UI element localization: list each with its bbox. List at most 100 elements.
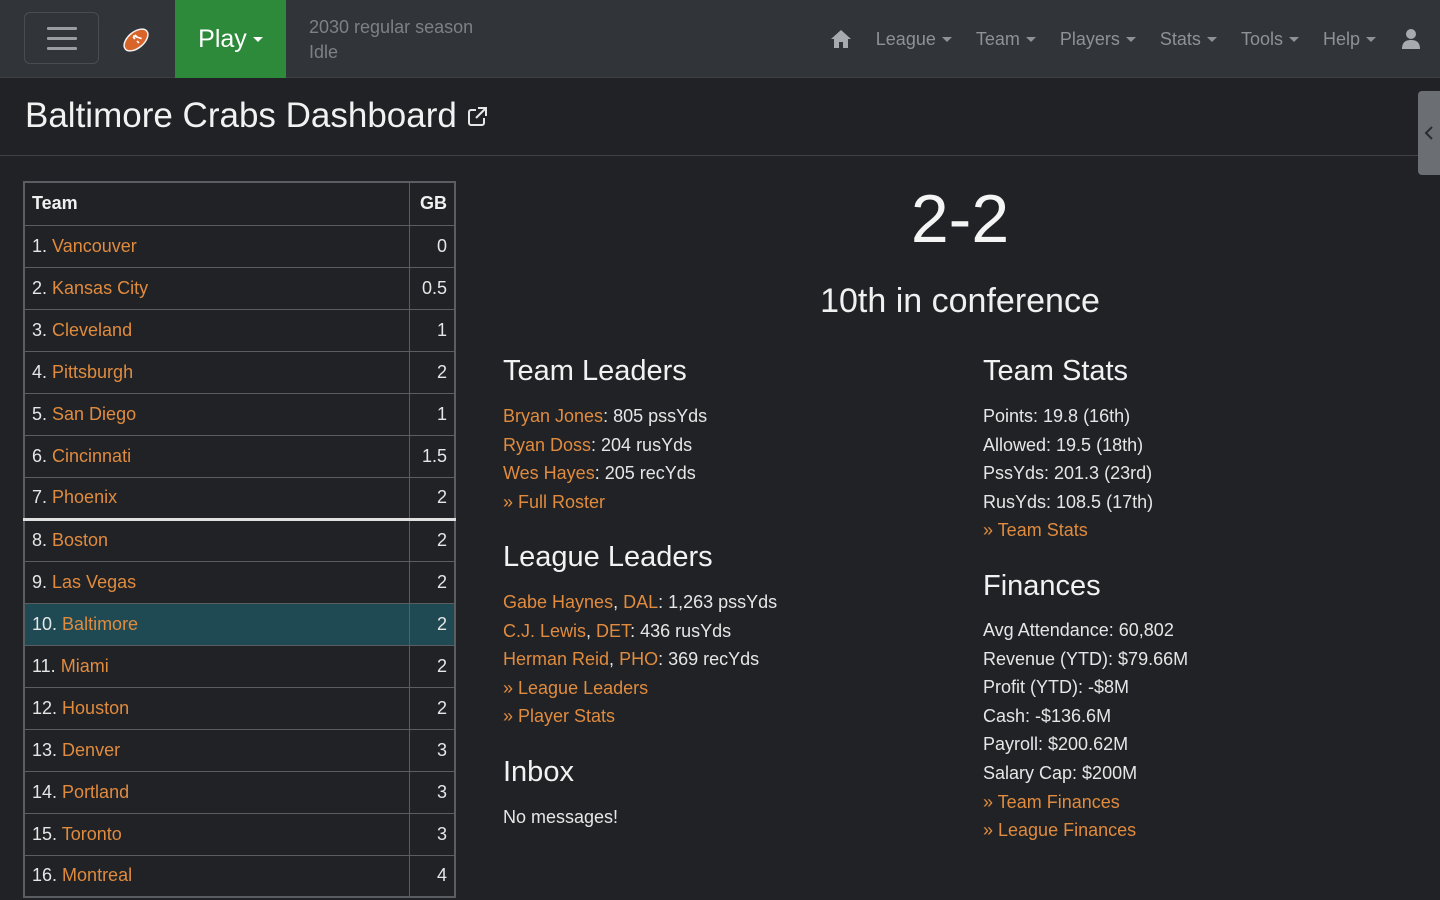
stat-allowed: Allowed: 19.5 (18th) [983, 434, 1144, 455]
list-item: » League Finances [983, 816, 1188, 845]
team-abbrev-link[interactable]: DAL [623, 592, 658, 612]
games-back: 0.5 [408, 266, 456, 310]
player-link[interactable]: Ryan Doss [503, 435, 591, 455]
games-back: 2 [408, 686, 456, 730]
table-row: 16. Montreal 4 [23, 854, 456, 898]
games-back: 1 [408, 392, 456, 436]
league-finances-link[interactable]: » League Finances [983, 820, 1136, 840]
top-navbar: Play 2030 regular season Idle League Tea… [0, 0, 1440, 78]
caret-down-icon [1025, 36, 1036, 42]
table-row: 7. Phoenix 2 [23, 476, 456, 520]
nav-league[interactable]: League [876, 29, 952, 50]
leader-stat: : 204 rusYds [591, 434, 693, 455]
list-item: Wes Hayes: 205 recYds [503, 459, 707, 488]
nav-help[interactable]: Help [1323, 29, 1376, 50]
team-link[interactable]: Montreal [62, 865, 132, 885]
conference-rank: 10th in conference [820, 282, 1100, 320]
player-link[interactable]: C.J. Lewis [503, 621, 586, 641]
nav-help-label: Help [1322, 28, 1360, 49]
team-link[interactable]: Baltimore [62, 614, 138, 634]
list-item: » Team Finances [983, 788, 1188, 817]
external-link-icon[interactable] [467, 105, 489, 127]
finances-heading: Finances [983, 570, 1101, 602]
hamburger-icon-bar [46, 46, 77, 50]
table-row: 1. Vancouver 0 [23, 224, 456, 268]
column-header-team[interactable]: Team [23, 181, 410, 226]
team-abbrev-link[interactable]: PHO [619, 649, 658, 669]
team-link[interactable]: Pittsburgh [52, 362, 133, 382]
table-row-current-team: 10. Baltimore 2 [23, 602, 456, 646]
team-link[interactable]: Portland [62, 782, 129, 802]
team-link[interactable]: Kansas City [52, 278, 148, 298]
list-item: Bryan Jones: 805 pssYds [503, 402, 707, 431]
games-back: 2 [408, 602, 456, 646]
team-link[interactable]: Houston [62, 698, 129, 718]
team-link[interactable]: Denver [62, 740, 120, 760]
rank: 3. [32, 319, 48, 340]
hamburger-icon-bar [46, 26, 77, 30]
nav-tools[interactable]: Tools [1241, 29, 1299, 50]
rank: 15. [32, 823, 58, 844]
standings-table: Team GB 1. Vancouver 0 2. Kansas City 0.… [23, 181, 456, 898]
team-link[interactable]: Boston [52, 530, 108, 550]
team-link[interactable]: Vancouver [52, 236, 137, 256]
home-icon[interactable] [828, 26, 854, 52]
team-abbrev-link[interactable]: DET [596, 621, 630, 641]
player-link[interactable]: Gabe Haynes [503, 592, 613, 612]
player-link[interactable]: Wes Hayes [503, 463, 595, 483]
user-icon[interactable] [1400, 27, 1422, 51]
team-link[interactable]: Toronto [62, 824, 122, 844]
table-row: 9. Las Vegas 2 [23, 560, 456, 604]
games-back: 3 [408, 812, 456, 856]
play-menu-button[interactable]: Play [175, 0, 286, 78]
rank: 5. [32, 403, 48, 424]
finance-revenue: Revenue (YTD): $79.66M [983, 648, 1189, 669]
hamburger-menu-button[interactable] [24, 12, 99, 64]
caret-down-icon [1366, 36, 1376, 42]
leader-stat: : 805 pssYds [603, 406, 708, 426]
football-icon[interactable] [118, 22, 154, 58]
rank: 12. [32, 697, 58, 718]
nav-stats-label: Stats [1159, 28, 1201, 49]
rank: 7. [32, 487, 48, 507]
team-link[interactable]: Las Vegas [52, 572, 136, 592]
games-back: 2 [408, 517, 456, 562]
caret-down-icon [941, 36, 952, 42]
team-link[interactable]: Cleveland [52, 320, 132, 340]
team-stats-link[interactable]: » Team Stats [983, 520, 1088, 540]
inbox-message: No messages! [503, 807, 619, 827]
league-leaders-link[interactable]: » League Leaders [503, 678, 648, 698]
league-leaders-heading: League Leaders [503, 541, 713, 573]
player-link[interactable]: Herman Reid [503, 649, 609, 669]
team-link[interactable]: Miami [61, 656, 109, 676]
team-leaders-list: Bryan Jones: 805 pssYds Ryan Doss: 204 r… [503, 402, 707, 516]
finance-salary-cap: Salary Cap: $200M [983, 762, 1138, 783]
team-record: 2-2 [910, 181, 1010, 257]
leader-stat: : 436 rusYds [630, 620, 732, 641]
table-row: 4. Pittsburgh 2 [23, 350, 456, 394]
column-header-gb[interactable]: GB [408, 181, 456, 226]
table-row: 14. Portland 3 [23, 770, 456, 814]
team-link[interactable]: San Diego [52, 404, 136, 424]
player-link[interactable]: Bryan Jones [503, 406, 603, 426]
finance-payroll: Payroll: $200.62M [983, 734, 1129, 755]
list-item: C.J. Lewis, DET: 436 rusYds [503, 620, 732, 641]
nav-players[interactable]: Players [1060, 29, 1136, 50]
games-back: 1.5 [408, 434, 456, 478]
nav-stats[interactable]: Stats [1160, 29, 1217, 50]
table-row: 11. Miami 2 [23, 644, 456, 688]
caret-down-icon [1288, 36, 1299, 42]
full-roster-link[interactable]: » Full Roster [503, 492, 605, 512]
sidebar-toggle-button[interactable] [1418, 91, 1440, 175]
team-finances-link[interactable]: » Team Finances [983, 792, 1120, 812]
team-stats-list: Points: 19.8 (16th) Allowed: 19.5 (18th)… [983, 402, 1153, 545]
nav-team[interactable]: Team [976, 29, 1036, 50]
rank: 11. [32, 655, 56, 676]
team-link[interactable]: Cincinnati [52, 446, 131, 466]
team-link[interactable]: Phoenix [52, 487, 117, 507]
player-stats-link[interactable]: » Player Stats [503, 706, 615, 726]
table-row: 6. Cincinnati 1.5 [23, 434, 456, 478]
caret-down-icon [252, 36, 263, 42]
leader-stat: : 369 recYds [658, 649, 760, 670]
games-back: 2 [408, 644, 456, 688]
